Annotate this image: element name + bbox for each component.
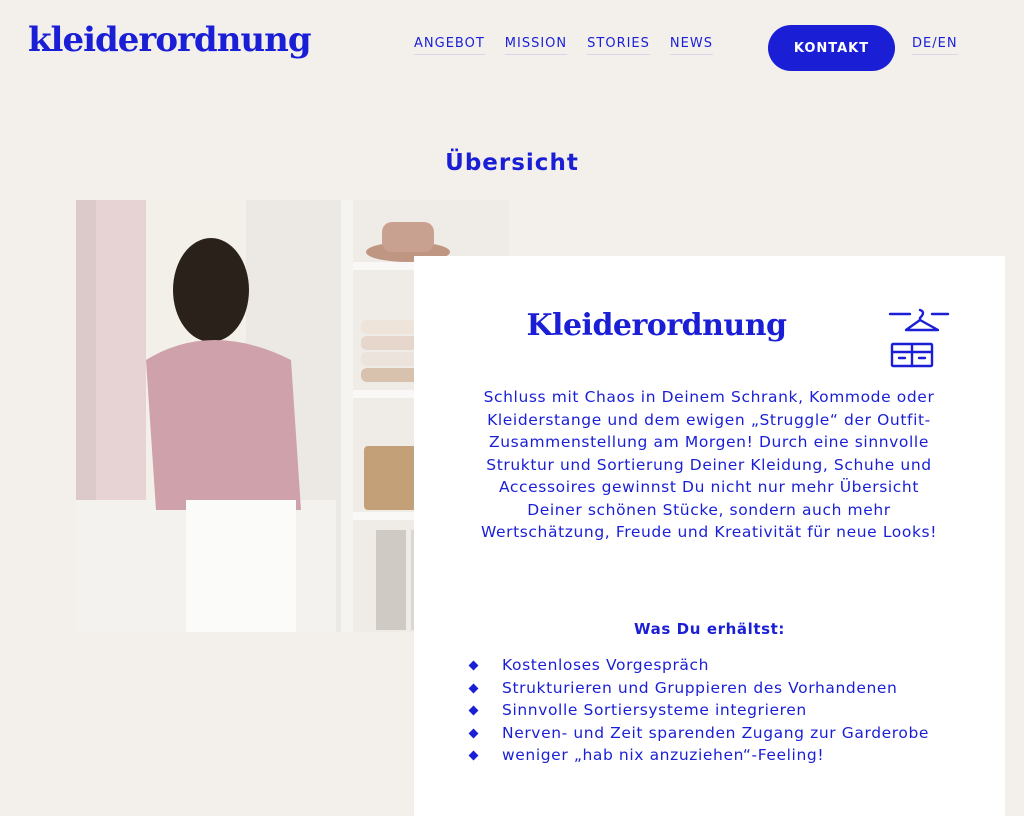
benefit-label: Sinnvolle Sortiersysteme integrieren	[502, 701, 807, 719]
diamond-bullet-icon	[468, 750, 479, 761]
service-card: Kleiderordnung Schluss mit Chaos in Dein…	[414, 256, 1005, 816]
wardrobe-hanger-icon	[888, 308, 950, 368]
contact-button[interactable]: KONTAKT	[768, 25, 895, 71]
benefit-label: Kostenloses Vorgespräch	[502, 656, 710, 674]
benefits-list: Kostenloses Vorgespräch Strukturieren un…	[468, 654, 968, 767]
list-item: Strukturieren und Gruppieren des Vorhand…	[468, 677, 968, 700]
card-subtitle: Was Du erhältst:	[633, 620, 786, 638]
benefit-label: Nerven- und Zeit sparenden Zugang zur Ga…	[502, 723, 930, 742]
nav-item-news[interactable]: NEWS	[669, 36, 713, 55]
card-title: Kleiderordnung	[526, 308, 787, 343]
diamond-bullet-icon	[468, 683, 479, 693]
list-item: Nerven- und Zeit sparenden Zugang zur Ga…	[468, 722, 968, 745]
list-item: Sinnvolle Sortiersysteme integrieren	[468, 699, 968, 722]
list-item: Kostenloses Vorgespräch	[468, 654, 968, 677]
diamond-bullet-icon	[468, 728, 479, 738]
language-switcher[interactable]: DE/EN	[912, 36, 958, 55]
nav-item-stories[interactable]: STORIES	[587, 36, 650, 55]
benefit-label: Strukturieren und Gruppieren des Vorhand…	[502, 678, 898, 697]
logo[interactable]: kleiderordnung	[28, 20, 312, 60]
list-item: weniger „hab nix anzuziehen“-Feeling!	[468, 744, 968, 767]
main-nav: ANGEBOT MISSION STORIES NEWS	[414, 36, 733, 55]
section-title: Übersicht	[445, 150, 579, 176]
nav-item-angebot[interactable]: ANGEBOT	[414, 36, 485, 55]
nav-item-mission[interactable]: MISSION	[504, 36, 568, 55]
benefit-label: weniger „hab nix anzuziehen“-Feeling!	[502, 746, 825, 764]
card-description: Schluss mit Chaos in Deinem Schrank, Kom…	[480, 388, 938, 541]
diamond-bullet-icon	[468, 660, 479, 671]
diamond-bullet-icon	[468, 705, 479, 716]
